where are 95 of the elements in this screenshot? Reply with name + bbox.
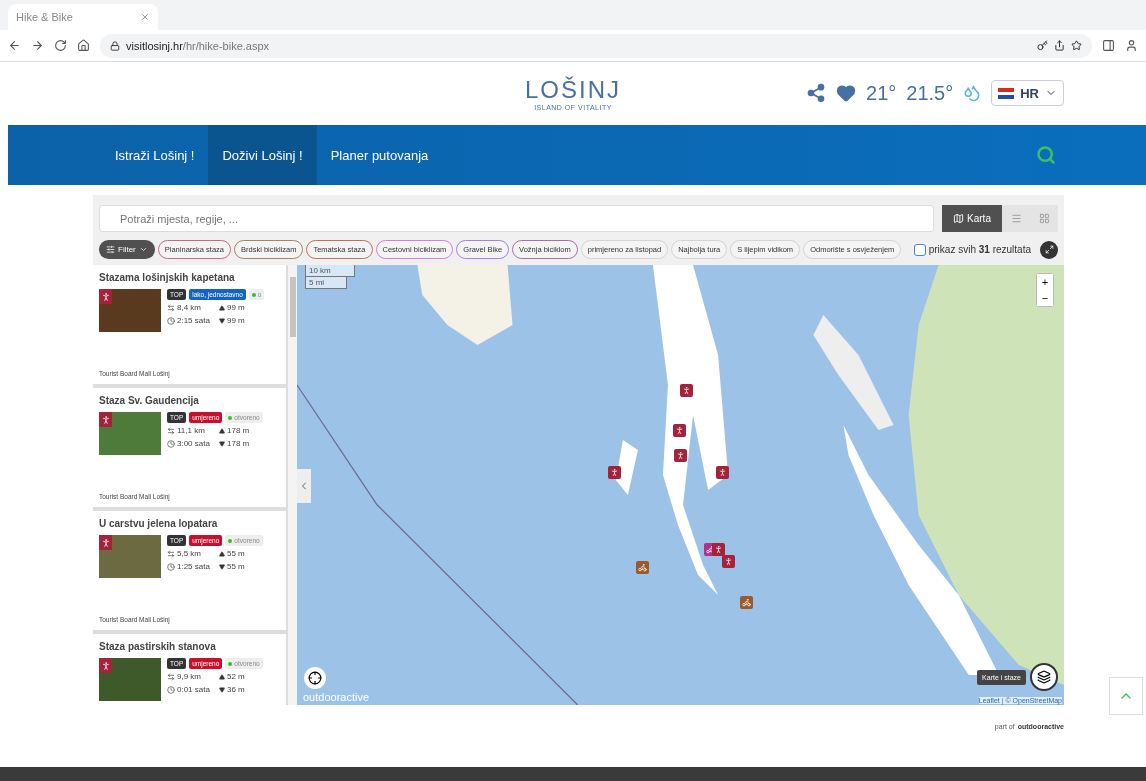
- distance-text: 11,1 km: [177, 426, 205, 435]
- ascent-icon: [219, 304, 225, 311]
- expand-button[interactable]: [1040, 240, 1058, 259]
- clock-icon: [167, 562, 175, 571]
- hiker-icon: [99, 412, 112, 427]
- air-temperature: 21°: [866, 81, 897, 105]
- descent-text: 178 m: [227, 439, 250, 448]
- bike-marker-icon[interactable]: [636, 561, 649, 574]
- ascent-icon: [219, 550, 225, 557]
- lock-icon: [110, 40, 120, 51]
- chevron-down-icon: [138, 245, 148, 254]
- clock-icon: [167, 316, 175, 325]
- tour-title: Staza pastirskih stanova: [99, 641, 217, 652]
- hiker-marker-icon[interactable]: [673, 424, 686, 437]
- hiker-marker-icon[interactable]: [716, 466, 729, 479]
- star-icon[interactable]: [1071, 40, 1082, 51]
- hiker-icon: [99, 535, 112, 550]
- language-select[interactable]: HR: [991, 80, 1064, 106]
- distance-icon: [167, 426, 175, 435]
- descent-text: 55 m: [227, 562, 245, 571]
- clock-icon: [167, 685, 175, 694]
- map-view-button[interactable]: Karta: [942, 205, 1002, 232]
- tour-title: U carstvu jelena lopatara: [99, 518, 219, 529]
- distance-icon: [167, 303, 175, 312]
- hiker-icon: [99, 289, 112, 304]
- heart-icon[interactable]: [836, 83, 857, 103]
- duration-text: 1:25 sata: [177, 562, 210, 571]
- checkbox[interactable]: [913, 243, 926, 256]
- show-all-label: prikaz svih 31 rezultata: [928, 244, 1031, 255]
- descent-icon: [219, 317, 225, 324]
- descent-icon: [219, 686, 225, 693]
- profile-icon[interactable]: [1125, 39, 1138, 52]
- url-text: visitlosinj.hr/hr/hike-bike.aspx: [126, 39, 270, 52]
- close-icon[interactable]: [140, 12, 150, 22]
- hiker-icon: [99, 658, 112, 673]
- bike-marker-icon[interactable]: [740, 596, 753, 609]
- search-field[interactable]: Potraži mjesta, regije, ...: [99, 205, 934, 232]
- search-icon[interactable]: [1036, 145, 1056, 165]
- distance-text: 5,5 km: [177, 549, 201, 558]
- share-icon[interactable]: [1054, 40, 1065, 51]
- sea-temperature: 21.5°: [906, 81, 954, 105]
- scale-mi: 5 mi: [305, 277, 347, 289]
- flag-icon: [998, 87, 1015, 99]
- sliders-icon: [106, 245, 115, 254]
- locate-button[interactable]: [304, 667, 326, 689]
- distance-icon: [167, 672, 175, 681]
- share-icon[interactable]: [806, 83, 827, 103]
- ascent-icon: [219, 673, 225, 680]
- scale-km: 10 km: [305, 265, 355, 277]
- duration-text: 0:01 sata: [177, 685, 210, 694]
- address-bar[interactable]: visitlosinj.hr/hr/hike-bike.aspx: [100, 33, 1092, 58]
- hiker-marker-icon[interactable]: [674, 449, 687, 462]
- distance-text: 8,4 km: [177, 303, 201, 312]
- back-icon[interactable]: [8, 39, 21, 52]
- hiker-marker-icon[interactable]: [680, 384, 693, 397]
- list-icon: [1010, 213, 1022, 224]
- distance-icon: [167, 549, 175, 558]
- descent-icon: [219, 440, 225, 447]
- expand-icon: [1044, 245, 1054, 254]
- reload-icon[interactable]: [54, 39, 67, 52]
- layers-icon: [1037, 670, 1051, 684]
- hiker-marker-icon[interactable]: [608, 466, 621, 479]
- ascent-text: 99 m: [227, 303, 245, 312]
- clock-icon: [167, 439, 175, 448]
- filter-button[interactable]: Filter: [99, 240, 155, 259]
- nav-link[interactable]: Doživi Lošinj !: [208, 125, 317, 185]
- home-icon[interactable]: [77, 39, 90, 52]
- tour-title: Staza Sv. Gaudencija: [99, 395, 200, 406]
- crosshair-icon: [308, 671, 322, 685]
- ascent-text: 55 m: [227, 549, 245, 558]
- hiker-marker-icon[interactable]: [722, 555, 735, 568]
- descent-text: 36 m: [227, 685, 245, 694]
- distance-text: 9,9 km: [177, 672, 201, 681]
- tour-title: Stazama lošinjskih kapetana: [99, 272, 236, 283]
- water-icon: [963, 84, 982, 102]
- map-icon: [953, 213, 965, 224]
- forward-icon[interactable]: [31, 39, 44, 52]
- map-brand: outdooractive: [303, 691, 370, 703]
- tab-title: Hike & Bike: [16, 11, 74, 23]
- scrollbar[interactable]: [288, 265, 297, 705]
- key-icon[interactable]: [1037, 40, 1048, 51]
- grid-icon: [1038, 213, 1050, 224]
- descent-text: 99 m: [227, 316, 245, 325]
- duration-text: 2:15 sata: [177, 316, 210, 325]
- duration-text: 3:00 sata: [177, 439, 210, 448]
- nav-link[interactable]: Istraži Lošinj !: [101, 125, 209, 185]
- ascent-text: 178 m: [227, 426, 250, 435]
- hiker-marker-icon[interactable]: [712, 543, 725, 556]
- ascent-text: 52 m: [227, 672, 245, 681]
- descent-icon: [219, 563, 225, 570]
- browser-tab[interactable]: Hike & Bike: [8, 4, 158, 30]
- side-panel-icon[interactable]: [1102, 39, 1115, 52]
- nav-link[interactable]: Planer putovanja: [316, 125, 443, 185]
- layers-button[interactable]: [1030, 663, 1058, 691]
- ascent-icon: [219, 427, 225, 434]
